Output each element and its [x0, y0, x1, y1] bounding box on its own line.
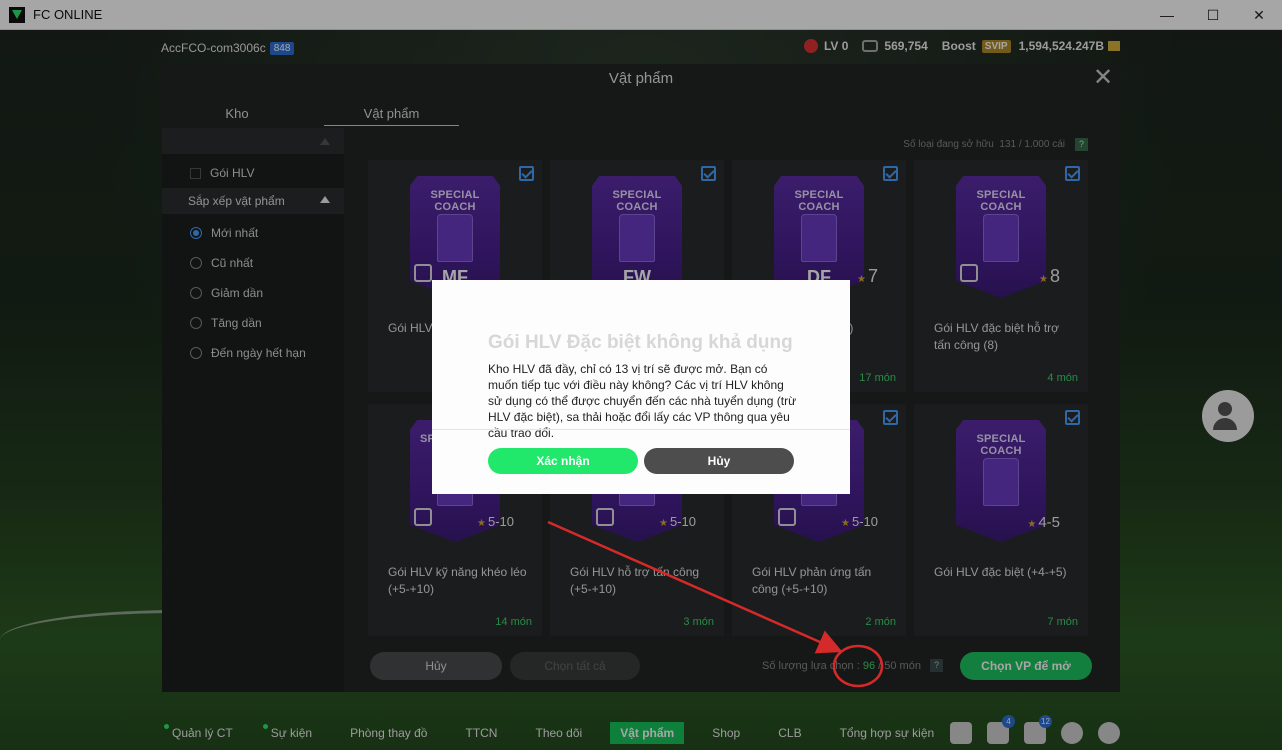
confirm-button[interactable]: Xác nhận [488, 448, 638, 474]
confirm-modal: Gói HLV Đặc biệt không khả dụng Kho HLV … [432, 280, 850, 494]
modal-divider [432, 429, 850, 430]
modal-cancel-button[interactable]: Hủy [644, 448, 794, 474]
modal-title: Gói HLV Đặc biệt không khả dụng [488, 332, 793, 353]
